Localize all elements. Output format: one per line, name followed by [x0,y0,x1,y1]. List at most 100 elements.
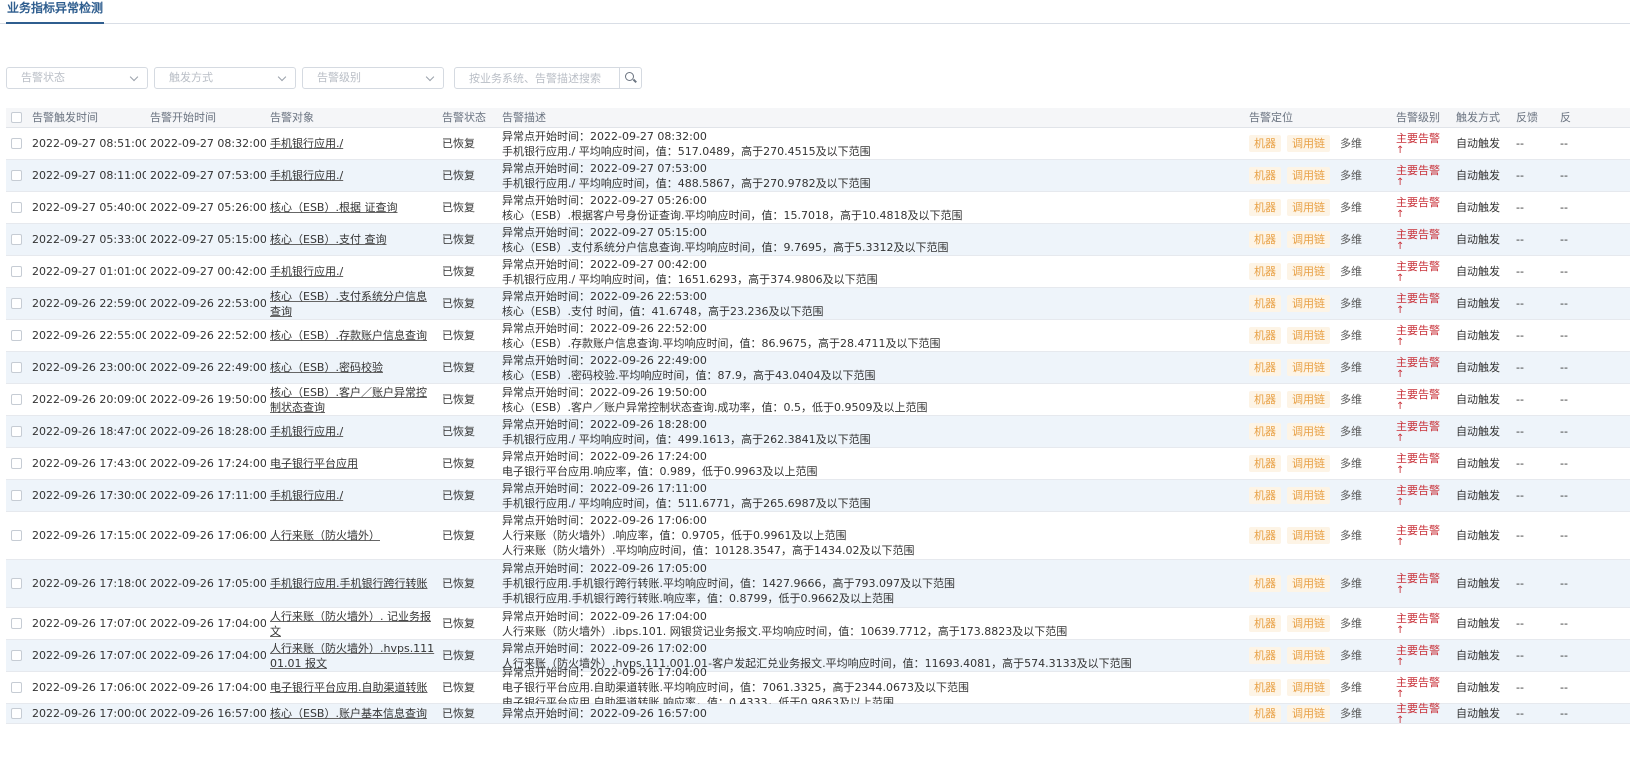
tab-anomaly-detection[interactable]: 业务指标异常检测 [6,0,105,24]
alert-object-link[interactable]: 手机银行应用./ [270,264,436,279]
row-checkbox[interactable] [11,708,22,719]
machine-tag[interactable]: 机器 [1249,679,1281,696]
alert-object-link[interactable]: 核心（ESB）.密码校验 [270,360,436,375]
call-chain-tag[interactable]: 调用链 [1287,487,1330,504]
multi-dimension-link[interactable]: 多维 [1340,680,1362,695]
alert-object-link[interactable]: 手机银行应用./ [270,488,436,503]
alert-object-link[interactable]: 电子银行平台应用 [270,456,436,471]
select-all-checkbox[interactable] [11,112,22,123]
table-row: 2022-09-26 18:47:00 2022-09-26 18:28:00 手机… [6,416,1630,448]
call-chain-tag[interactable]: 调用链 [1287,359,1330,376]
multi-dimension-link[interactable]: 多维 [1340,360,1362,375]
multi-dimension-link[interactable]: 多维 [1340,424,1362,439]
multi-dimension-link[interactable]: 多维 [1340,200,1362,215]
machine-tag[interactable]: 机器 [1249,231,1281,248]
row-checkbox[interactable] [11,330,22,341]
search-input[interactable] [455,68,619,88]
row-checkbox[interactable] [11,490,22,501]
alert-object-link[interactable]: 核心（ESB）.存款账户信息查询 [270,328,436,343]
alert-object-link[interactable]: 手机银行应用./ [270,136,436,151]
row-checkbox[interactable] [11,202,22,213]
machine-tag[interactable]: 机器 [1249,327,1281,344]
row-checkbox[interactable] [11,426,22,437]
machine-tag[interactable]: 机器 [1249,359,1281,376]
alert-status: 已恢复 [442,265,475,278]
machine-tag[interactable]: 机器 [1249,647,1281,664]
call-chain-tag[interactable]: 调用链 [1287,295,1330,312]
feedback: -- [1516,297,1524,310]
call-chain-tag[interactable]: 调用链 [1287,615,1330,632]
alert-object-link[interactable]: 核心（ESB）.根据 证查询 [270,200,436,215]
machine-tag[interactable]: 机器 [1249,615,1281,632]
call-chain-tag[interactable]: 调用链 [1287,199,1330,216]
multi-dimension-link[interactable]: 多维 [1340,488,1362,503]
call-chain-tag[interactable]: 调用链 [1287,455,1330,472]
machine-tag[interactable]: 机器 [1249,135,1281,152]
multi-dimension-link[interactable]: 多维 [1340,576,1362,591]
alert-object-link[interactable]: 手机银行应用./ [270,424,436,439]
multi-dimension-link[interactable]: 多维 [1340,328,1362,343]
row-checkbox[interactable] [11,298,22,309]
multi-dimension-link[interactable]: 多维 [1340,528,1362,543]
multi-dimension-link[interactable]: 多维 [1340,456,1362,471]
call-chain-tag[interactable]: 调用链 [1287,527,1330,544]
row-checkbox[interactable] [11,362,22,373]
row-checkbox[interactable] [11,458,22,469]
multi-dimension-link[interactable]: 多维 [1340,136,1362,151]
row-checkbox[interactable] [11,394,22,405]
alert-object-link[interactable]: 手机银行应用.手机银行跨行转账 [270,576,436,591]
row-checkbox[interactable] [11,578,22,589]
row-checkbox[interactable] [11,170,22,181]
call-chain-tag[interactable]: 调用链 [1287,167,1330,184]
call-chain-tag[interactable]: 调用链 [1287,423,1330,440]
machine-tag[interactable]: 机器 [1249,263,1281,280]
machine-tag[interactable]: 机器 [1249,423,1281,440]
alert-object-link[interactable]: 核心（ESB）.客户／账户异常控制状态查询 [270,385,436,415]
row-checkbox[interactable] [11,138,22,149]
row-checkbox[interactable] [11,530,22,541]
multi-dimension-link[interactable]: 多维 [1340,648,1362,663]
multi-dimension-link[interactable]: 多维 [1340,706,1362,721]
multi-dimension-link[interactable]: 多维 [1340,616,1362,631]
row-checkbox[interactable] [11,650,22,661]
machine-tag[interactable]: 机器 [1249,391,1281,408]
status-select[interactable]: 告警状态 [6,67,148,89]
row-checkbox[interactable] [11,266,22,277]
call-chain-tag[interactable]: 调用链 [1287,231,1330,248]
row-checkbox[interactable] [11,682,22,693]
alert-object-link[interactable]: 电子银行平台应用.自助渠道转账 [270,680,436,695]
machine-tag[interactable]: 机器 [1249,167,1281,184]
call-chain-tag[interactable]: 调用链 [1287,647,1330,664]
multi-dimension-link[interactable]: 多维 [1340,264,1362,279]
multi-dimension-link[interactable]: 多维 [1340,168,1362,183]
alert-object-link[interactable]: 人行来账（防火墙外）.hvps.111 01.01 报文 [270,641,436,671]
alert-object-link[interactable]: 人行来账（防火墙外） [270,528,436,543]
machine-tag[interactable]: 机器 [1249,487,1281,504]
alert-object-link[interactable]: 人行来账（防火墙外）. 记业务报文 [270,609,436,639]
multi-dimension-link[interactable]: 多维 [1340,232,1362,247]
call-chain-tag[interactable]: 调用链 [1287,679,1330,696]
machine-tag[interactable]: 机器 [1249,295,1281,312]
alert-object-link[interactable]: 核心（ESB）.支付 查询 [270,232,436,247]
search-button[interactable] [619,68,641,88]
row-checkbox[interactable] [11,234,22,245]
multi-dimension-link[interactable]: 多维 [1340,392,1362,407]
call-chain-tag[interactable]: 调用链 [1287,135,1330,152]
machine-tag[interactable]: 机器 [1249,705,1281,722]
alert-object-link[interactable]: 核心（ESB）.支付系统分户信息查询 [270,289,436,319]
alert-object-link[interactable]: 核心（ESB）.账户基本信息查询 [270,706,436,721]
machine-tag[interactable]: 机器 [1249,575,1281,592]
call-chain-tag[interactable]: 调用链 [1287,575,1330,592]
machine-tag[interactable]: 机器 [1249,199,1281,216]
alert-object-link[interactable]: 手机银行应用./ [270,168,436,183]
multi-dimension-link[interactable]: 多维 [1340,296,1362,311]
machine-tag[interactable]: 机器 [1249,455,1281,472]
call-chain-tag[interactable]: 调用链 [1287,705,1330,722]
machine-tag[interactable]: 机器 [1249,527,1281,544]
call-chain-tag[interactable]: 调用链 [1287,263,1330,280]
level-select[interactable]: 告警级别 [302,67,444,89]
call-chain-tag[interactable]: 调用链 [1287,391,1330,408]
call-chain-tag[interactable]: 调用链 [1287,327,1330,344]
row-checkbox[interactable] [11,618,22,629]
trigger-select[interactable]: 触发方式 [154,67,296,89]
